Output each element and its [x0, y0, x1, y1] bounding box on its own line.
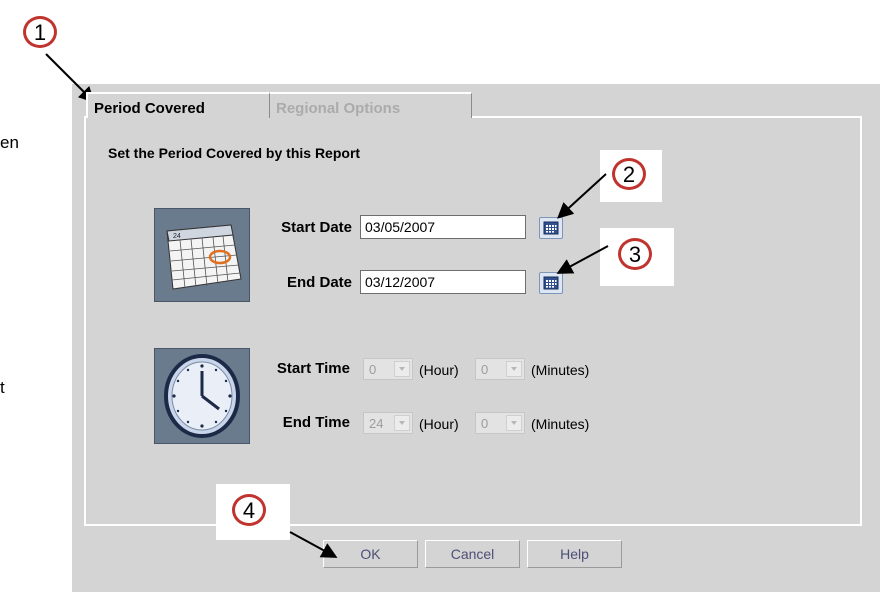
tab-period-covered[interactable]: Period Covered [86, 92, 270, 118]
callout-2-arrow [557, 173, 607, 219]
callout-arrows [45, 53, 609, 558]
callout-4-arrow [289, 531, 338, 558]
callout-3-arrow [556, 245, 609, 274]
